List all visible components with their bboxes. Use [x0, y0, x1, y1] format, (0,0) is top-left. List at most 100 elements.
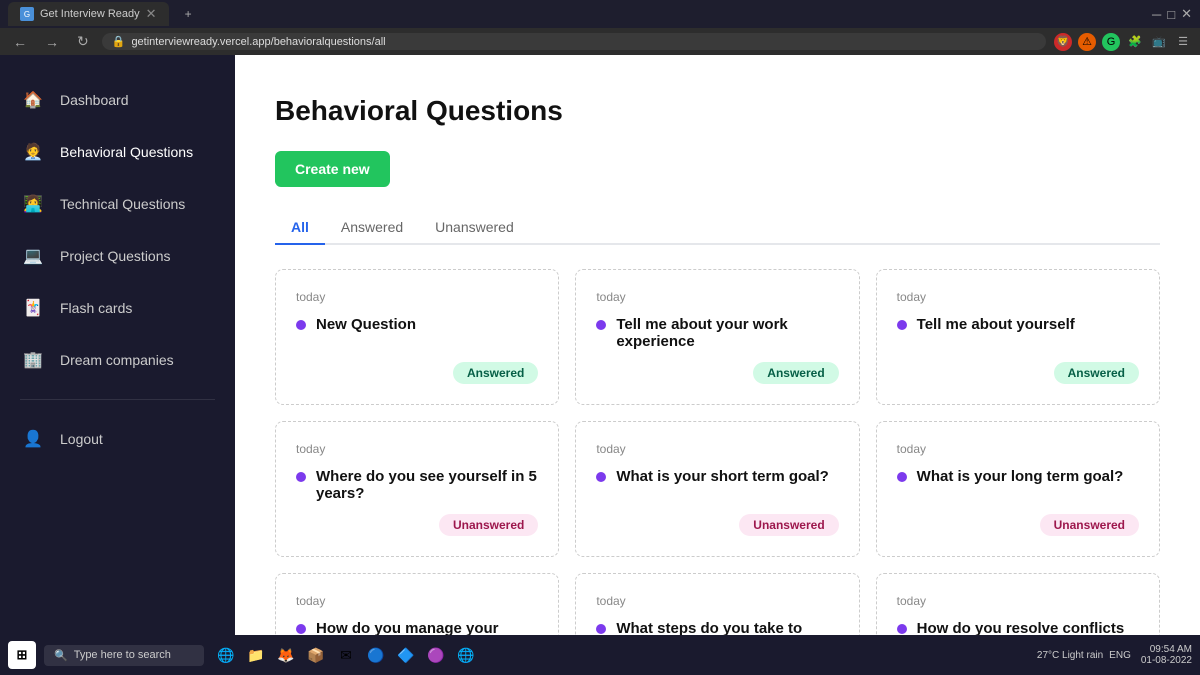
taskbar-icon-1[interactable]: 🌐 [214, 643, 238, 667]
close-window-button[interactable]: ✕ [1181, 6, 1192, 22]
taskbar-clock: 09:54 AM 01-08-2022 [1141, 644, 1192, 666]
taskbar-icon-2[interactable]: 📁 [244, 643, 268, 667]
sidebar-item-behavioral[interactable]: 🧑‍💼 Behavioral Questions [0, 127, 235, 177]
card-question-text: New Question [296, 316, 538, 350]
question-card[interactable]: today Tell me about your work experience… [575, 269, 859, 405]
card-question-text: How do you resolve conflicts [897, 620, 1139, 635]
status-badge: Unanswered [1040, 514, 1139, 536]
sidebar-label-technical: Technical Questions [60, 196, 185, 212]
taskbar-icon-5[interactable]: ✉ [334, 643, 358, 667]
create-new-button[interactable]: Create new [275, 151, 390, 187]
screen-cast-icon[interactable]: 📺 [1150, 33, 1168, 51]
question-card[interactable]: today New Question Answered [275, 269, 559, 405]
tab-all[interactable]: All [275, 211, 325, 245]
status-badge: Answered [753, 362, 838, 384]
question-card[interactable]: today What is your short term goal? Unan… [575, 421, 859, 557]
profile-icon[interactable]: G [1102, 33, 1120, 51]
sidebar-label-flashcards: Flash cards [60, 300, 132, 316]
sidebar-item-logout[interactable]: 👤 Logout [0, 414, 235, 464]
cards-grid: today New Question Answered today Tell m… [275, 269, 1160, 635]
taskbar-right: 27°C Light rain ENG 09:54 AM 01-08-2022 [1037, 644, 1192, 666]
lock-icon: 🔒 [112, 35, 126, 48]
question-card[interactable]: today Where do you see yourself in 5 yea… [275, 421, 559, 557]
question-dot-icon [296, 624, 306, 634]
tab-close-icon[interactable]: ✕ [146, 6, 157, 22]
back-button[interactable]: ← [8, 32, 32, 52]
maximize-button[interactable]: □ [1167, 7, 1175, 22]
weather-text: 27°C Light rain [1037, 650, 1103, 661]
card-date: today [296, 594, 538, 608]
taskbar-icon-4[interactable]: 📦 [304, 643, 328, 667]
flashcards-icon: 🃏 [20, 295, 46, 321]
question-dot-icon [596, 624, 606, 634]
question-dot-icon [897, 624, 907, 634]
search-placeholder: Type here to search [74, 649, 171, 661]
sidebar-label-dream: Dream companies [60, 352, 174, 368]
sidebar-item-flashcards[interactable]: 🃏 Flash cards [0, 283, 235, 333]
card-date: today [296, 290, 538, 304]
question-dot-icon [296, 472, 306, 482]
taskbar-icon-8[interactable]: 🟣 [424, 643, 448, 667]
brave-icon[interactable]: 🦁 [1054, 33, 1072, 51]
alert-icon[interactable]: ⚠ [1078, 33, 1096, 51]
card-question-text: Where do you see yourself in 5 years? [296, 468, 538, 502]
card-question-text: Tell me about your work experience [596, 316, 838, 350]
extensions-icon[interactable]: 🧩 [1126, 33, 1144, 51]
sidebar-item-project[interactable]: 💻 Project Questions [0, 231, 235, 281]
card-date: today [897, 594, 1139, 608]
tab-favicon: G [20, 7, 34, 21]
sidebar-label-logout: Logout [60, 431, 103, 447]
menu-icon[interactable]: ☰ [1174, 33, 1192, 51]
question-card[interactable]: today Tell me about yourself Answered [876, 269, 1160, 405]
main-content: Behavioral Questions Create new All Answ… [235, 55, 1200, 635]
tab-title: Get Interview Ready [40, 8, 140, 20]
forward-button[interactable]: → [40, 32, 64, 52]
card-question-text: What is your long term goal? [897, 468, 1139, 502]
tab-unanswered[interactable]: Unanswered [419, 211, 530, 245]
taskbar-icon-7[interactable]: 🔷 [394, 643, 418, 667]
question-card[interactable]: today How do you manage your [275, 573, 559, 635]
browser-chrome: G Get Interview Ready ✕ + ─ □ ✕ ← → ↻ 🔒 … [0, 0, 1200, 55]
address-bar[interactable]: 🔒 getinterviewready.vercel.app/behaviora… [102, 33, 1046, 50]
logout-icon: 👤 [20, 426, 46, 452]
status-badge: Unanswered [739, 514, 838, 536]
browser-toolbar: ← → ↻ 🔒 getinterviewready.vercel.app/beh… [0, 28, 1200, 55]
reload-button[interactable]: ↻ [72, 31, 94, 52]
time-display: 09:54 AM [1141, 644, 1192, 655]
taskbar-icon-9[interactable]: 🌐 [454, 643, 478, 667]
status-badge: Answered [453, 362, 538, 384]
question-card[interactable]: today How do you resolve conflicts [876, 573, 1160, 635]
question-dot-icon [897, 472, 907, 482]
app-container: 🏠 Dashboard 🧑‍💼 Behavioral Questions 👩‍💻… [0, 55, 1200, 635]
tabs-bar: All Answered Unanswered [275, 211, 1160, 245]
sidebar-divider [20, 399, 215, 400]
taskbar-icon-3[interactable]: 🦊 [274, 643, 298, 667]
sidebar: 🏠 Dashboard 🧑‍💼 Behavioral Questions 👩‍💻… [0, 55, 235, 635]
tab-answered[interactable]: Answered [325, 211, 419, 245]
minimize-button[interactable]: ─ [1152, 7, 1161, 22]
url-text: getinterviewready.vercel.app/behavioralq… [131, 36, 385, 48]
status-badge: Unanswered [439, 514, 538, 536]
status-badge: Answered [1054, 362, 1139, 384]
system-tray: 27°C Light rain ENG [1037, 650, 1131, 661]
card-date: today [596, 290, 838, 304]
new-tab-button[interactable]: + [173, 3, 204, 25]
taskbar-app-icons: 🌐 📁 🦊 📦 ✉ 🔵 🔷 🟣 🌐 [214, 643, 478, 667]
card-question-text: What steps do you take to [596, 620, 838, 635]
question-card[interactable]: today What steps do you take to [575, 573, 859, 635]
taskbar-search[interactable]: 🔍 Type here to search [44, 645, 204, 666]
dream-icon: 🏢 [20, 347, 46, 373]
sidebar-item-technical[interactable]: 👩‍💻 Technical Questions [0, 179, 235, 229]
date-display: 01-08-2022 [1141, 655, 1192, 666]
taskbar: ⊞ 🔍 Type here to search 🌐 📁 🦊 📦 ✉ 🔵 🔷 🟣 … [0, 635, 1200, 675]
language-text: ENG [1109, 650, 1131, 661]
sidebar-item-dream[interactable]: 🏢 Dream companies [0, 335, 235, 385]
card-date: today [897, 290, 1139, 304]
sidebar-label-project: Project Questions [60, 248, 171, 264]
windows-start-button[interactable]: ⊞ [8, 641, 36, 669]
active-tab[interactable]: G Get Interview Ready ✕ [8, 2, 169, 26]
sidebar-item-dashboard[interactable]: 🏠 Dashboard [0, 75, 235, 125]
question-card[interactable]: today What is your long term goal? Unans… [876, 421, 1160, 557]
search-icon: 🔍 [54, 649, 68, 662]
taskbar-icon-6[interactable]: 🔵 [364, 643, 388, 667]
